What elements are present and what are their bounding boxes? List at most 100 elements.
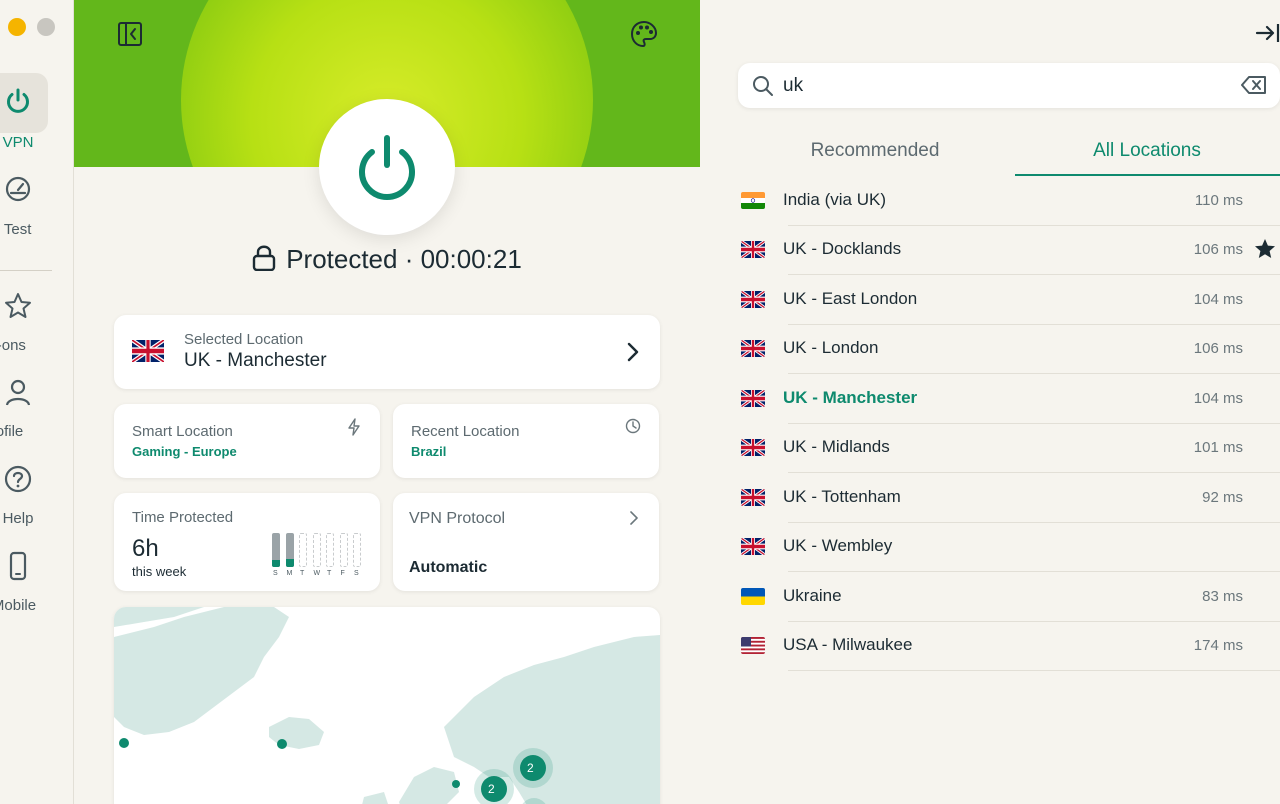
location-search-box[interactable] [738,63,1280,108]
weekly-bar [299,533,307,567]
selected-location-value: UK - Manchester [184,350,327,371]
active-tab-indicator [1015,174,1280,176]
location-ping: 104 ms [1193,390,1243,407]
location-row[interactable]: USA - Milwaukee 174 ms [738,622,1280,671]
weekly-bar-day-label: S [273,570,278,577]
location-name: India (via UK) [783,190,886,209]
vpn-protocol-caption: VPN Protocol [409,510,506,527]
sidebar-item-label: Add-ons [0,337,26,354]
server-map[interactable]: 2 2 [114,607,660,804]
uk-flag-icon [741,241,765,258]
time-protected-caption: Time Protected [132,509,234,526]
location-name: UK - London [783,338,879,357]
location-name: USA - Milwaukee [783,635,913,654]
weekly-bar-day-label: S [354,570,359,577]
map-server-dot [277,739,287,749]
smart-location-card[interactable]: Smart Location Gaming - Europe [114,404,380,478]
weekly-usage-bars: SMTWTFS [272,533,367,583]
recent-location-value: Brazil [411,444,447,459]
location-row[interactable]: India (via UK) 110 ms [738,177,1280,226]
sidebar-item-label: Speed Test [0,221,32,238]
location-row-selected[interactable]: UK - Manchester 104 ms [738,375,1280,424]
sidebar-item-label: Help [2,510,34,527]
collapse-panel-icon[interactable] [1255,22,1280,44]
weekly-bar [312,533,321,567]
speedometer-icon [5,176,31,202]
window-zoom-button[interactable] [37,18,55,36]
row-divider [788,472,1280,473]
row-divider [788,373,1280,374]
sidebar-item-label: VPN [2,134,34,151]
clear-search-icon[interactable] [1241,75,1267,95]
vpn-protocol-value: Automatic [409,559,488,576]
weekly-bar [339,533,348,567]
search-icon [753,76,773,96]
recent-location-caption: Recent Location [411,423,520,440]
window-minimize-button[interactable] [8,18,26,36]
location-row[interactable]: UK - Tottenham 92 ms [738,474,1280,523]
location-name: UK - Manchester [783,388,918,407]
uk-flag-icon [741,291,765,308]
location-row[interactable]: UK - Midlands 101 ms [738,424,1280,473]
sidebar: VPN Speed Test Add-ons Profile Help [0,0,74,804]
location-ping: 104 ms [1193,291,1243,308]
person-icon [5,379,31,406]
location-ping: 101 ms [1193,439,1243,456]
search-input[interactable] [783,72,1203,100]
lock-icon [252,245,276,271]
question-icon [4,465,32,493]
location-ping: 110 ms [1194,192,1243,209]
location-row[interactable]: UK - Wembley [738,523,1280,572]
weekly-bar [285,533,294,567]
weekly-bar-day-label: M [286,570,293,577]
tab-all-locations[interactable]: All Locations [1012,140,1280,162]
connect-power-button[interactable] [319,99,455,235]
weekly-bar-day-label: T [300,570,305,577]
location-row[interactable]: UK - Docklands 106 ms [738,226,1280,275]
uk-flag-icon [741,390,765,407]
row-divider [788,670,1280,671]
vpn-protocol-card[interactable]: VPN Protocol Automatic [393,493,659,591]
map-graphic [114,607,660,804]
power-icon [359,135,415,200]
location-row[interactable]: Ukraine 83 ms [738,573,1280,622]
map-cluster-count: 2 [488,782,495,796]
map-server-dot [452,780,460,788]
location-row[interactable]: UK - East London 104 ms [738,276,1280,325]
weekly-bar [326,533,334,567]
weekly-bar-fill [285,558,294,567]
selected-location-card[interactable]: Selected Location UK - Manchester [114,315,660,389]
sidebar-item-label: Profile [0,423,24,440]
location-ping: 83 ms [1202,588,1243,605]
location-name: UK - Wembley [783,536,893,555]
time-protected-card: Time Protected 6h this week SMTWTFS [114,493,380,591]
location-ping: 106 ms [1193,340,1243,357]
weekly-bar [272,533,280,567]
uk-flag-icon [132,340,164,362]
location-row[interactable]: UK - London 106 ms [738,325,1280,374]
time-protected-sub: this week [132,564,187,579]
ukraine-flag-icon [741,588,765,605]
connection-status: Protected · 00:00:21 [74,244,700,275]
lightning-icon [348,418,360,436]
selected-location-caption: Selected Location [184,331,304,348]
palette-icon[interactable] [628,18,660,50]
favorite-star-icon[interactable] [1253,237,1277,261]
uk-flag-icon [741,340,765,357]
map-cluster-count: 2 [527,761,534,775]
weekly-bar [353,533,361,567]
phone-icon [9,551,27,581]
sidebar-item-label: Mobile [0,597,37,614]
weekly-bar-fill [272,560,280,567]
smart-location-value: Gaming - Europe [132,444,237,459]
sidebar-divider [0,270,52,271]
location-ping: 92 ms [1202,489,1243,506]
tab-recommended[interactable]: Recommended [740,140,1010,162]
collapse-sidebar-icon[interactable] [114,18,146,50]
time-protected-value: 6h [132,535,159,562]
smart-location-caption: Smart Location [132,423,233,440]
usa-flag-icon [741,637,765,654]
india-flag-icon [741,192,765,209]
row-divider [788,274,1280,275]
recent-location-card[interactable]: Recent Location Brazil [393,404,659,478]
